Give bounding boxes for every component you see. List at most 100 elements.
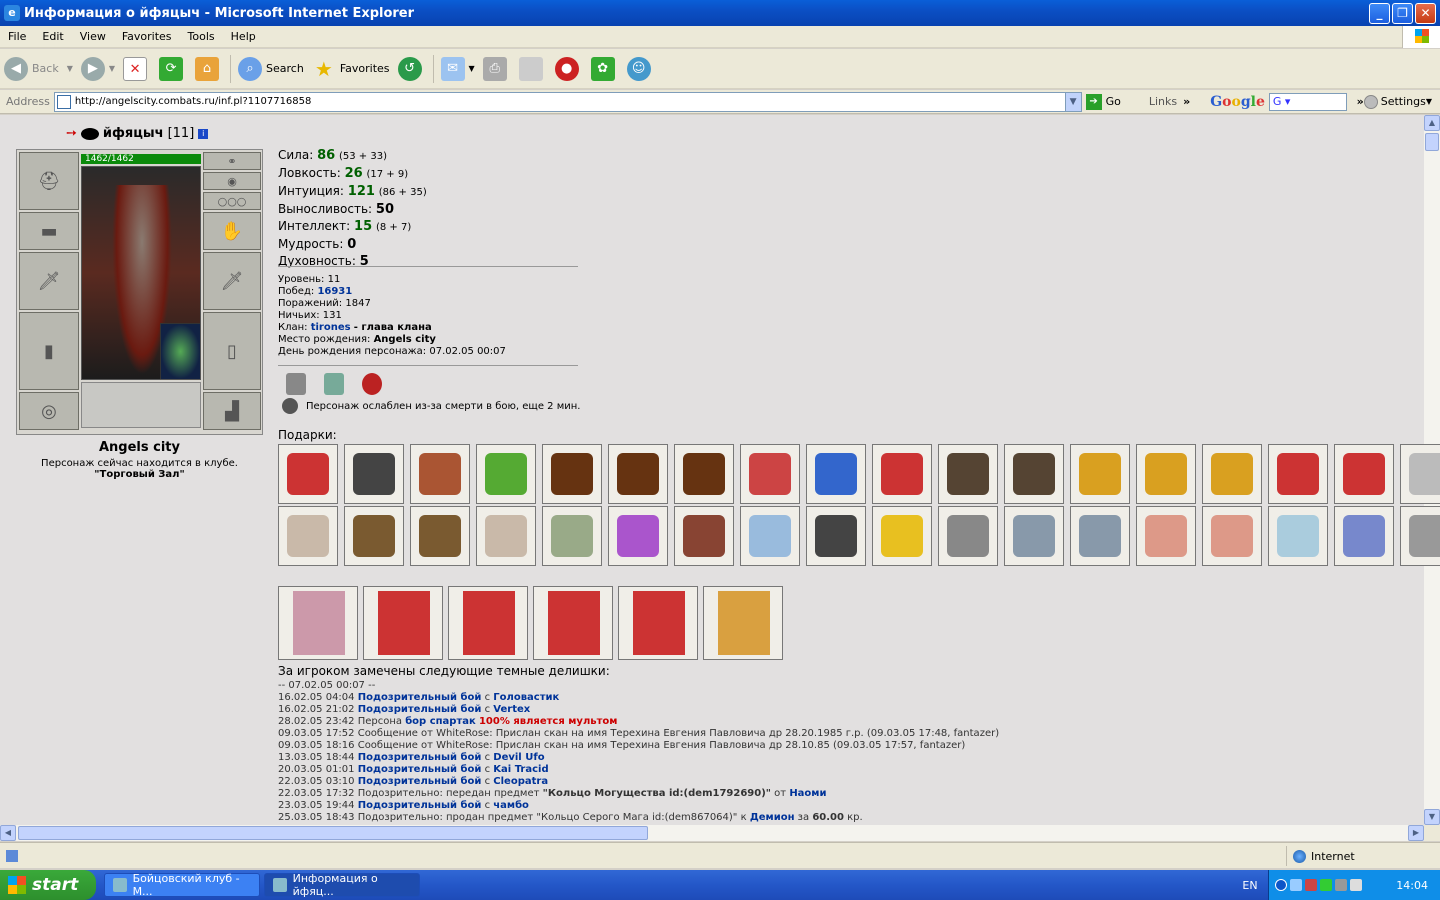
scroll-right-icon[interactable]: ▶ [1408,825,1424,841]
scroll-left-icon[interactable]: ◀ [0,825,16,841]
gift-item[interactable] [1400,444,1440,504]
icq-icon[interactable] [1320,879,1332,891]
gift-item[interactable] [806,506,866,566]
gift-item[interactable] [1136,444,1196,504]
gift-item[interactable] [278,506,338,566]
menu-favorites[interactable]: Favorites [114,30,180,43]
forward-button[interactable]: ▶ ▼ [77,53,119,85]
menu-edit[interactable]: Edit [34,30,71,43]
taskbar-item-info[interactable]: Информация о йфяц... [264,872,420,898]
refresh-button[interactable]: ⟳ [155,53,191,85]
go-button[interactable]: ➔ Go [1085,93,1121,110]
scroll-up-icon[interactable]: ▲ [1424,115,1440,131]
gift-item[interactable] [608,444,668,504]
clan-badge-icon[interactable] [286,373,306,395]
horizontal-scroll-thumb[interactable] [18,826,648,840]
gift-item[interactable] [542,444,602,504]
gift-card[interactable] [278,586,358,660]
vertical-scroll-thumb[interactable] [1425,133,1439,151]
amulet-slot[interactable]: ◉ [203,172,261,190]
gift-item[interactable] [476,444,536,504]
gift-item[interactable] [1334,506,1394,566]
stop-button[interactable]: ✕ [119,53,155,85]
belt-slot[interactable]: ◎ [19,392,79,430]
gift-item[interactable] [806,444,866,504]
address-input[interactable]: http://angelscity.combats.ru/inf.pl?1107… [53,91,1082,112]
language-indicator[interactable]: EN [1235,879,1265,892]
minimize-button[interactable]: _ [1369,2,1390,24]
gift-item[interactable] [344,506,404,566]
google-chevron-icon[interactable]: » [1357,95,1364,108]
gift-item[interactable] [1202,444,1262,504]
gift-item[interactable] [1334,444,1394,504]
armor-slot[interactable]: ▮ [19,312,79,390]
helmet-slot[interactable]: ⛑ [19,152,79,210]
mail-button[interactable]: ✉ ▼ [437,53,479,85]
tray-app-icon[interactable] [1335,879,1347,891]
earrings-slot[interactable]: ⚭ [203,152,261,170]
scroll-down-icon[interactable]: ▼ [1424,809,1440,825]
gift-item[interactable] [740,444,800,504]
gift-item[interactable] [1400,506,1440,566]
bracers-slot[interactable]: ▬ [19,212,79,250]
gift-card[interactable] [703,586,783,660]
back-button[interactable]: ◀ Back ▼ [0,53,77,85]
boots-slot[interactable]: ▟ [203,392,261,430]
menu-help[interactable]: Help [223,30,264,43]
gift-item[interactable] [344,444,404,504]
home-button[interactable]: ⌂ [191,53,227,85]
gift-item[interactable] [1268,444,1328,504]
extra-button-1[interactable]: ● [551,53,587,85]
start-button[interactable]: start [0,870,96,900]
weapon-slot-right[interactable]: 🗡 [203,252,261,310]
gift-item[interactable] [1136,506,1196,566]
google-search-input[interactable]: G ▾ [1268,92,1347,111]
gift-item[interactable] [1004,444,1064,504]
tray-arrow-icon[interactable] [1275,879,1287,891]
messenger-button[interactable]: ☺ [623,53,659,85]
tray-app-icon[interactable] [1305,879,1317,891]
flame-badge-icon[interactable] [362,373,382,395]
print-button[interactable]: ⎙ [479,53,515,85]
close-button[interactable]: ✕ [1415,2,1436,24]
gift-item[interactable] [674,444,734,504]
clan-link[interactable]: tirones [311,322,351,333]
settings-button[interactable]: Settings ▼ [1363,94,1432,109]
edit-button[interactable] [515,53,551,85]
links-chevron-icon[interactable]: » [1183,95,1190,108]
weapon-slot-left[interactable]: 🗡 [19,252,79,310]
rings-slot[interactable]: ○○○ [203,192,261,210]
shield-badge-icon[interactable] [324,373,344,395]
taskbar-item-fight-club[interactable]: Бойцовский клуб - M... [104,872,260,898]
gift-item[interactable] [1070,506,1130,566]
character-name[interactable]: йфяцыч [103,126,164,141]
gift-item[interactable] [278,444,338,504]
gift-item[interactable] [872,444,932,504]
gift-card[interactable] [618,586,698,660]
gift-card[interactable] [363,586,443,660]
gift-item[interactable] [476,506,536,566]
gift-item[interactable] [938,444,998,504]
gift-item[interactable] [1202,506,1262,566]
pants-slot[interactable]: ▯ [203,312,261,390]
extra-button-2[interactable]: ✿ [587,53,623,85]
network-icon[interactable] [1290,879,1302,891]
maximize-button[interactable]: ❐ [1392,2,1413,24]
favorites-button[interactable]: ★ Favorites [308,53,394,85]
tray-app-icon[interactable] [1350,879,1362,891]
gift-item[interactable] [1268,506,1328,566]
gift-item[interactable] [938,506,998,566]
info-icon[interactable]: i [198,128,209,139]
menu-file[interactable]: File [0,30,34,43]
gift-item[interactable] [410,444,470,504]
search-button[interactable]: ⌕ Search [234,53,308,85]
horizontal-scrollbar[interactable]: ◀ ▶ [0,825,1424,841]
gift-card[interactable] [533,586,613,660]
gift-item[interactable] [608,506,668,566]
menu-view[interactable]: View [72,30,114,43]
pet-image[interactable] [160,323,200,379]
gloves-slot[interactable]: ✋ [203,212,261,250]
wins-link[interactable]: 16931 [317,286,352,297]
gift-item[interactable] [872,506,932,566]
gift-item[interactable] [542,506,602,566]
